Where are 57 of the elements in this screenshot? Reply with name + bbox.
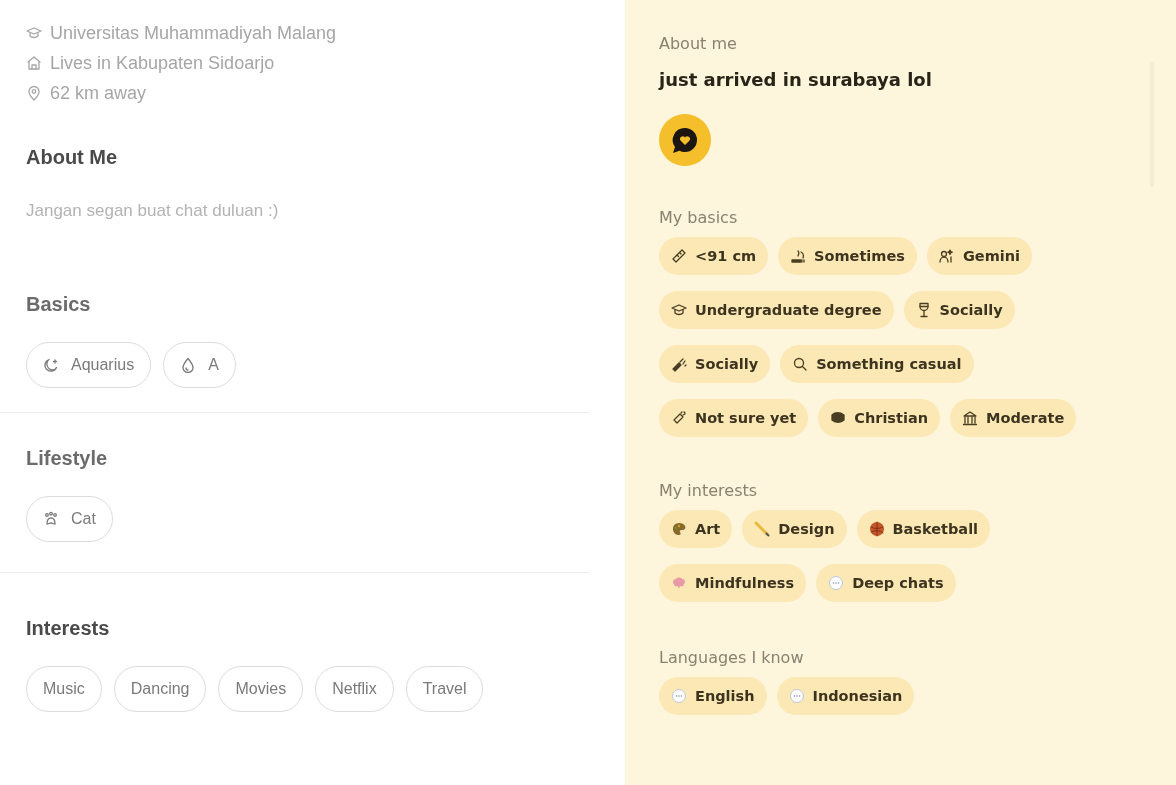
tag-chip: <91 cm	[659, 237, 769, 275]
about-text: just arrived in surabaya lol	[659, 69, 933, 90]
tag-chip: Moderate	[950, 399, 1077, 437]
bank-icon	[962, 410, 978, 426]
section-label: Languages I know	[659, 648, 805, 667]
tag-chip: Travel	[405, 666, 484, 712]
tag-chip: Undergraduate degree	[659, 291, 894, 329]
profile-fact: 62 km away	[50, 82, 147, 104]
section-label: My basics	[659, 208, 739, 227]
house-icon	[26, 55, 42, 71]
speech-bubble-icon	[828, 575, 845, 591]
graduation-cap-icon	[671, 302, 687, 318]
pencil-icon	[754, 521, 771, 537]
tag-chip: Cat	[26, 496, 113, 542]
tag-chip: Movies	[218, 666, 304, 712]
profile-fact: Lives in Kabupaten Sidoarjo	[50, 52, 275, 74]
section-heading: About Me	[26, 146, 119, 169]
tag-chip: Not sure yet	[659, 399, 809, 437]
brain-icon	[671, 575, 687, 591]
tag-chip: Netflix	[315, 666, 394, 712]
tag-chip: A	[163, 342, 236, 388]
tag-chip: Mindfulness	[659, 564, 807, 602]
tag-chip: Aquarius	[26, 342, 152, 388]
tag-chip: Design	[742, 510, 847, 548]
tag-chip: Dancing	[113, 666, 207, 712]
moon-icon	[43, 357, 59, 373]
speech-bubble-icon	[788, 688, 805, 704]
tag-chip: Art	[659, 510, 733, 548]
tag-chip: Sometimes	[778, 237, 917, 275]
profile-fact: Universitas Muhammadiyah Malang	[50, 22, 337, 44]
search-icon	[792, 356, 809, 372]
section-heading: Interests	[26, 617, 111, 640]
ruler-icon	[671, 248, 687, 264]
smoke-icon	[790, 248, 807, 264]
about-text: Jangan segan buat chat duluan :)	[26, 201, 280, 221]
twins-icon	[938, 248, 955, 264]
tag-chip: Socially	[903, 291, 1015, 329]
drop-icon	[180, 357, 197, 373]
speech-bubble-icon	[671, 688, 687, 704]
section-heading: Basics	[26, 293, 92, 316]
section-heading: Lifestyle	[26, 447, 109, 470]
tag-chip: Christian	[818, 399, 940, 437]
tag-chip: Deep chats	[816, 564, 956, 602]
basketball-icon	[868, 521, 885, 537]
palette-icon	[671, 521, 687, 537]
tag-chip: Something casual	[780, 345, 974, 383]
graduation-cap-icon	[26, 25, 42, 41]
tag-chip: Socially	[659, 345, 771, 383]
tag-chip: English	[659, 677, 767, 715]
tag-chip: Music	[26, 666, 102, 712]
tag-chip: Indonesian	[776, 677, 915, 715]
paw-icon	[43, 511, 59, 527]
tag-chip: Gemini	[926, 237, 1033, 275]
tag-chip: Basketball	[856, 510, 991, 548]
location-pin-icon	[26, 85, 42, 101]
section-label: My interests	[659, 481, 759, 500]
section-label: About me	[659, 34, 738, 53]
